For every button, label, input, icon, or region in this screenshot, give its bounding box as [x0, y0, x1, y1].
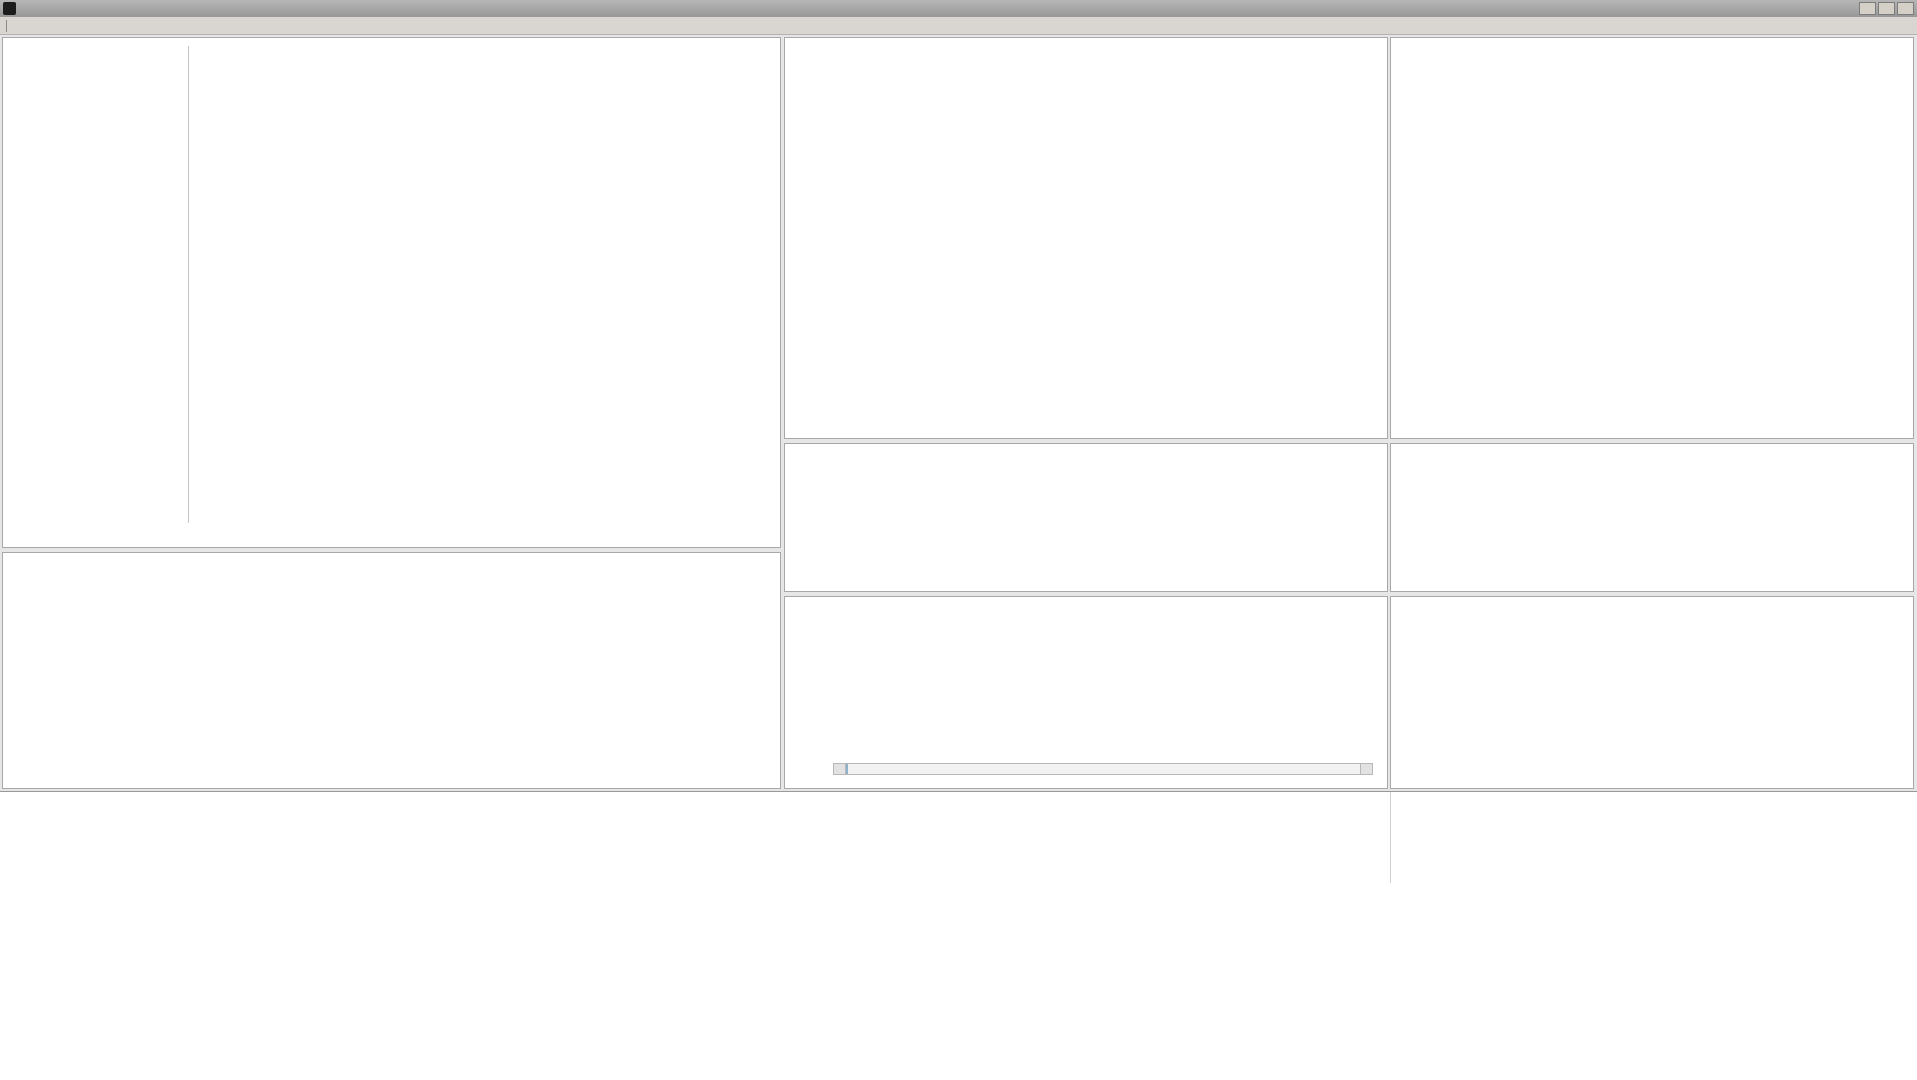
- sview-app: [0, 0, 1917, 1080]
- time-axis: [785, 747, 1387, 761]
- scrollbar-thumb[interactable]: [846, 764, 848, 774]
- menu-bar: [0, 17, 1917, 35]
- histogram-x-axis: [189, 530, 776, 544]
- lam1-legend-panel: [1390, 37, 1914, 439]
- fuel-error-legend-rows: [1391, 444, 1913, 452]
- maximize-button[interactable]: [1878, 2, 1895, 15]
- scroll-right-button[interactable]: [1360, 764, 1372, 774]
- histogram-axis-line: [188, 46, 189, 523]
- app-window: [0, 0, 1917, 883]
- lambda-error-table-panel[interactable]: [2, 552, 781, 789]
- scrollbar-track[interactable]: [846, 764, 1360, 774]
- app-icon: [3, 2, 16, 15]
- lam1-graph-panel[interactable]: [784, 37, 1388, 439]
- lam1-legend-rows: [1391, 38, 1913, 46]
- fuel-error-legend-panel: [1390, 443, 1914, 592]
- lam1-plot[interactable]: [785, 38, 1387, 438]
- minimize-button[interactable]: [1859, 2, 1876, 15]
- time-scrollbar[interactable]: [833, 763, 1373, 775]
- close-button[interactable]: [1897, 2, 1914, 15]
- fuel-error-plot[interactable]: [785, 444, 1387, 591]
- cal-error-plot[interactable]: [785, 597, 1387, 747]
- cal-error-legend-rows: [1391, 597, 1913, 605]
- window-controls: [1857, 2, 1914, 15]
- title-bar[interactable]: [0, 0, 1917, 17]
- fuel-error-graph-panel[interactable]: [784, 443, 1388, 592]
- sensor-error-histogram-panel[interactable]: [2, 37, 781, 548]
- scroll-left-button[interactable]: [834, 764, 846, 774]
- cal-error-legend-panel: [1390, 596, 1914, 789]
- log-mode-info: [1390, 792, 1917, 883]
- menu-separator: [6, 20, 7, 32]
- status-bar: [0, 791, 1917, 883]
- cal-error-graph-panel[interactable]: [784, 596, 1388, 789]
- histogram-rows: [3, 38, 780, 51]
